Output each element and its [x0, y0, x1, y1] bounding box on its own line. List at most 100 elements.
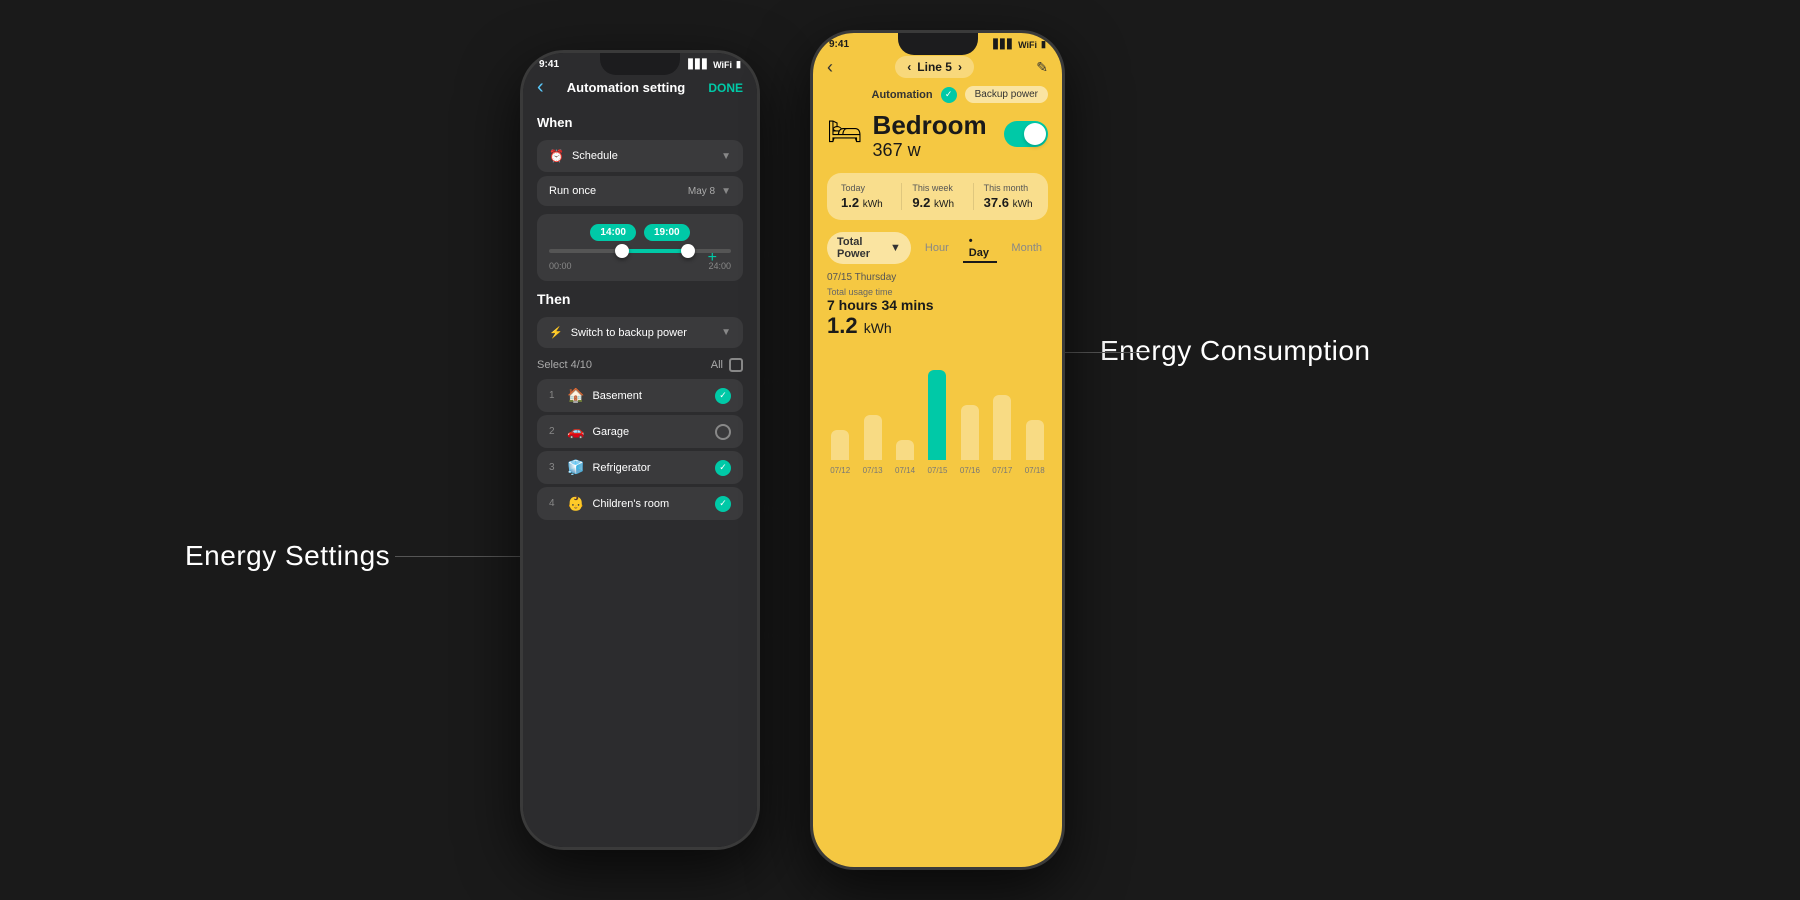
- device-check-refrigerator[interactable]: ✓: [715, 460, 731, 476]
- stat-today-label: Today: [841, 183, 891, 193]
- backup-power-badge[interactable]: Backup power: [965, 86, 1048, 103]
- basement-icon: 🏠: [567, 387, 584, 404]
- bar-value-0718: [1026, 420, 1044, 460]
- bar-value-0712: [831, 430, 849, 460]
- schedule-dropdown[interactable]: ⏰ Schedule ▼: [537, 140, 743, 172]
- bar-07-16: 07/16: [957, 355, 983, 475]
- device-check-childrens-room[interactable]: ✓: [715, 496, 731, 512]
- switch-backup-arrow-icon: ▼: [721, 327, 731, 338]
- bar-label-0712: 07/12: [830, 466, 850, 475]
- device-item-garage[interactable]: 2 🚗 Garage: [537, 415, 743, 448]
- status-time-left: 9:41: [539, 59, 559, 70]
- done-button[interactable]: DONE: [708, 81, 743, 95]
- usage-time-value: 7 hours 34 mins: [827, 297, 1048, 313]
- watts-unit: w: [908, 140, 921, 160]
- usage-info: Total usage time 7 hours 34 mins 1.2 kWh: [813, 285, 1062, 345]
- then-label: Then: [523, 285, 757, 313]
- device-check-garage[interactable]: [715, 424, 731, 440]
- bedroom-icon: 🛏: [827, 115, 863, 148]
- chart-date-label: 07/15 Thursday: [813, 268, 1062, 285]
- energy-consumption-label: Energy Consumption: [1100, 335, 1370, 367]
- bar-value-0714: [896, 440, 914, 460]
- bar-value-0715: [928, 370, 946, 460]
- time-badges: 14:00 19:00: [549, 224, 731, 241]
- automation-row: Automation ✓ Backup power: [813, 84, 1062, 107]
- slider-thumb-left[interactable]: [615, 244, 629, 258]
- bar-label-0715: 07/15: [927, 466, 947, 475]
- room-power-toggle[interactable]: [1004, 121, 1048, 147]
- signal-icon-right: ▋▋▋: [993, 39, 1014, 50]
- line-prev-icon[interactable]: ‹: [907, 60, 911, 74]
- left-header: ‹ Automation setting DONE: [523, 72, 757, 107]
- run-once-arrow-icon: ▼: [721, 186, 731, 197]
- slider-labels: 00:00 24:00: [549, 261, 731, 271]
- device-num-3: 3: [549, 462, 559, 473]
- bar-value-0717: [993, 395, 1011, 460]
- bar-label-0717: 07/17: [992, 466, 1012, 475]
- run-once-date: May 8: [688, 186, 715, 197]
- connector-line-right: [1060, 352, 1150, 353]
- signal-icon: ▋▋▋: [688, 59, 709, 70]
- slider-track[interactable]: [549, 249, 731, 253]
- switch-icon: ⚡: [549, 326, 563, 339]
- right-header: ‹ ‹ Line 5 › ✎: [813, 52, 1062, 84]
- device-num-4: 4: [549, 498, 559, 509]
- automation-label: Automation: [872, 89, 933, 101]
- back-button-right[interactable]: ‹: [827, 57, 833, 78]
- room-name: Bedroom: [873, 111, 994, 140]
- left-phone: 9:41 ▋▋▋ WiFi ▮ ‹ Automation setting DON…: [520, 50, 760, 850]
- bar-07-12: 07/12: [827, 355, 853, 475]
- edit-button[interactable]: ✎: [1036, 59, 1048, 76]
- end-time-badge: 19:00: [644, 224, 690, 241]
- line-next-icon[interactable]: ›: [958, 60, 962, 74]
- switch-backup-dropdown[interactable]: ⚡ Switch to backup power ▼: [537, 317, 743, 348]
- clock-icon: ⏰: [549, 149, 564, 163]
- stat-month: This month 37.6 kWh: [974, 183, 1034, 210]
- select-all[interactable]: All: [711, 358, 743, 372]
- all-label: All: [711, 359, 723, 371]
- slider-thumb-right[interactable]: [681, 244, 695, 258]
- line-selector[interactable]: ‹ Line 5 ›: [895, 56, 974, 78]
- device-check-basement[interactable]: ✓: [715, 388, 731, 404]
- watts-value: 367: [873, 140, 903, 160]
- bar-07-18: 07/18: [1022, 355, 1048, 475]
- bar-label-0716: 07/16: [960, 466, 980, 475]
- stats-card: Today 1.2 kWh This week 9.2 kWh This mon…: [827, 173, 1048, 220]
- device-num-2: 2: [549, 426, 559, 437]
- device-name-childrens-room: Children's room: [592, 498, 707, 510]
- toggle-knob: [1024, 123, 1046, 145]
- status-time-right: 9:41: [829, 39, 849, 50]
- battery-icon-right: ▮: [1041, 39, 1046, 50]
- stat-week: This week 9.2 kWh: [902, 183, 973, 210]
- tab-hour[interactable]: Hour: [919, 240, 955, 256]
- stat-today: Today 1.2 kWh: [841, 183, 902, 210]
- tab-month[interactable]: Month: [1005, 240, 1048, 256]
- total-power-label: Total Power: [837, 236, 886, 260]
- back-button-left[interactable]: ‹: [537, 76, 544, 99]
- device-item-childrens-room[interactable]: 4 👶 Children's room ✓: [537, 487, 743, 520]
- stat-today-value: 1.2 kWh: [841, 195, 891, 210]
- start-time-badge: 14:00: [590, 224, 636, 241]
- stat-week-label: This week: [912, 183, 962, 193]
- usage-kwh: 1.2 kWh: [827, 313, 1048, 339]
- slider-min-label: 00:00: [549, 261, 572, 271]
- refrigerator-icon: 🧊: [567, 459, 584, 476]
- schedule-arrow-icon: ▼: [721, 151, 731, 162]
- device-item-basement[interactable]: 1 🏠 Basement ✓: [537, 379, 743, 412]
- usage-time-label: Total usage time: [827, 287, 1048, 297]
- switch-backup-label: Switch to backup power: [571, 327, 687, 339]
- stat-month-label: This month: [984, 183, 1034, 193]
- stat-month-value: 37.6 kWh: [984, 195, 1034, 210]
- device-item-refrigerator[interactable]: 3 🧊 Refrigerator ✓: [537, 451, 743, 484]
- total-power-dropdown[interactable]: Total Power ▼: [827, 232, 911, 264]
- run-once-dropdown[interactable]: Run once May 8 ▼: [537, 176, 743, 206]
- tab-day[interactable]: • Day: [963, 233, 998, 263]
- filter-arrow-icon: ▼: [890, 242, 901, 254]
- bar-label-0713: 07/13: [863, 466, 883, 475]
- right-phone: 9:41 ▋▋▋ WiFi ▮ ‹ ‹ Line 5 › ✎ Automatio…: [810, 30, 1065, 870]
- garage-icon: 🚗: [567, 423, 584, 440]
- select-all-checkbox[interactable]: [729, 358, 743, 372]
- filter-row: Total Power ▼ Hour • Day Month: [813, 226, 1062, 268]
- wifi-icon-right: WiFi: [1018, 40, 1037, 50]
- childrens-room-icon: 👶: [567, 495, 584, 512]
